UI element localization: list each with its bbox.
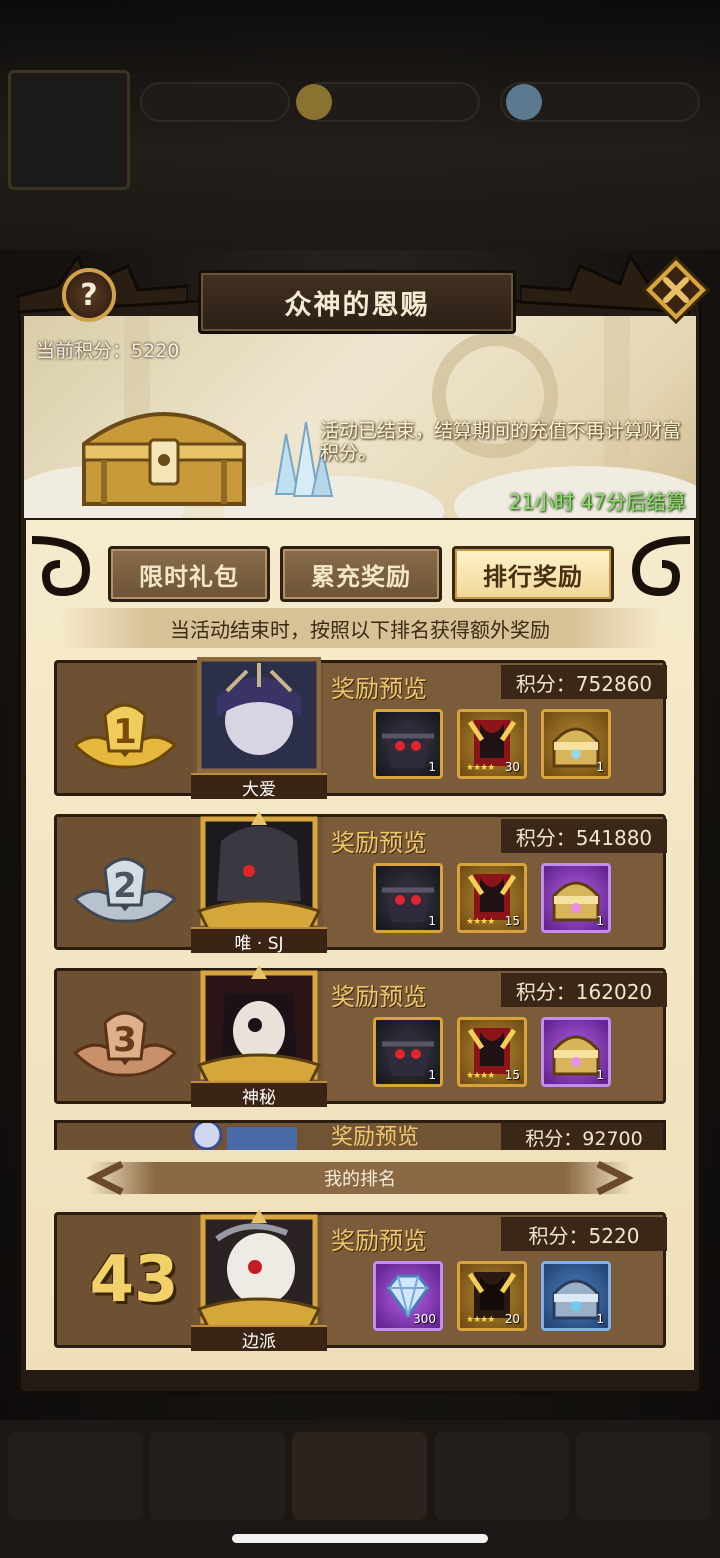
my-ranking-row: 43 边派 奖励预览 积分：5220 300 ★★★★ 20 1 (54, 1209, 667, 1352)
rank-number: 2 (113, 866, 137, 906)
player-score: 积分：92700 (501, 1123, 663, 1150)
background-player-avatar (8, 70, 130, 190)
player-name: 边派 (191, 1325, 327, 1352)
item-count: 15 (504, 914, 520, 928)
player-score: 积分：162020 (501, 973, 667, 1007)
page-title: 众神的恩赐 (284, 289, 430, 321)
screen: 当前积分：5220 活动已结束，结算期间的充值不再计算财富积分。 21小时 47… (0, 0, 720, 1558)
item-count: 1 (428, 760, 436, 774)
item-count: 1 (596, 914, 604, 928)
background-nav-tab (8, 1432, 143, 1520)
reward-item[interactable]: 1 (541, 1017, 611, 1087)
background-gem-icon (506, 84, 542, 120)
item-count: 300 (413, 1312, 436, 1326)
gold-lotus-rank-icon: 1 (72, 703, 178, 769)
question-mark-icon: ? (80, 277, 98, 313)
corner-curl-decoration-right (631, 536, 691, 597)
item-count: 20 (504, 1312, 520, 1326)
player-score: 积分：541880 (501, 819, 667, 853)
home-indicator[interactable] (232, 1534, 488, 1543)
bronze-lotus-rank-icon: 3 (72, 1011, 178, 1077)
close-button[interactable] (642, 256, 710, 324)
player-avatar[interactable] (197, 965, 321, 1093)
player-avatar[interactable] (197, 1209, 321, 1337)
background-coin-icon (296, 84, 332, 120)
reward-preview-label: 奖励预览 (331, 675, 427, 703)
item-count: 30 (504, 760, 520, 774)
player-avatar[interactable] (197, 811, 321, 939)
reward-item[interactable]: ★★★★ 15 (457, 1017, 527, 1087)
player-name: 唯 · SJ (191, 927, 327, 954)
rank-number: 1 (113, 712, 137, 752)
current-score-label: 当前积分： (36, 340, 132, 362)
help-button[interactable]: ? (62, 268, 116, 322)
ranking-row: 1 大爱 奖励预览 积分：752860 1 ★★★★ 30 1 (54, 657, 667, 800)
rank-cell (57, 1123, 193, 1150)
current-score: 当前积分：5220 (36, 336, 179, 363)
reward-item[interactable]: 1 (373, 1017, 443, 1087)
reward-preview-label: 奖励预览 (331, 1227, 427, 1255)
reward-preview-label: 奖励预览 (331, 983, 427, 1011)
background-nav-tab (576, 1432, 711, 1520)
player-score: 积分：5220 (501, 1217, 667, 1251)
background-nav-tab (434, 1432, 569, 1520)
ranking-instructions: 当活动结束时，按照以下排名获得额外奖励 (60, 608, 660, 648)
event-ended-notice: 活动已结束，结算期间的充值不再计算财富积分。 (320, 420, 682, 464)
reward-item[interactable]: ★★★★ 20 (457, 1261, 527, 1331)
star-rating: ★★★★ (466, 917, 495, 927)
star-rating: ★★★★ (466, 1071, 495, 1081)
my-ranking-header: 我的排名 (90, 1162, 630, 1194)
reward-item[interactable]: 300 (373, 1261, 443, 1331)
reward-preview-label: 奖励预览 (331, 1125, 420, 1150)
reward-item[interactable]: ★★★★ 15 (457, 863, 527, 933)
player-name: 神秘 (191, 1081, 327, 1108)
item-count: 15 (504, 1068, 520, 1082)
item-count: 1 (428, 1068, 436, 1082)
reward-item[interactable]: 1 (373, 863, 443, 933)
item-count: 1 (596, 1068, 604, 1082)
band-arrow-left-icon (86, 1160, 124, 1196)
corner-curl-decoration-left (31, 536, 91, 597)
player-avatar[interactable] (197, 657, 321, 785)
reward-item[interactable]: 1 (541, 863, 611, 933)
treasure-chest-illustration (82, 412, 246, 506)
reward-item[interactable]: 1 (541, 709, 611, 779)
background-nav-tab (150, 1432, 285, 1520)
star-rating: ★★★★ (466, 763, 495, 773)
title-plate: 众神的恩赐 (198, 270, 516, 334)
reward-item[interactable]: 1 (373, 709, 443, 779)
player-name: 大爱 (191, 773, 327, 800)
silver-lotus-rank-icon: 2 (72, 857, 178, 923)
band-arrow-right-icon (596, 1160, 634, 1196)
tab-limited-packs[interactable]: 限时礼包 (108, 546, 270, 602)
event-banner: 当前积分：5220 活动已结束，结算期间的充值不再计算财富积分。 21小时 47… (24, 316, 696, 518)
reward-item[interactable]: ★★★★ 30 (457, 709, 527, 779)
player-score: 积分：752860 (501, 665, 667, 699)
current-score-value: 5220 (131, 340, 180, 362)
player-avatar[interactable] (177, 1120, 307, 1150)
my-rank-number: 43 (89, 1243, 179, 1317)
item-count: 1 (596, 1312, 604, 1326)
ranking-row: 2 唯 · SJ 奖励预览 积分：541880 1 ★★★★ 15 1 (54, 811, 667, 954)
tab-ranking-rewards[interactable]: 排行奖励 (452, 546, 614, 602)
background-bar (140, 82, 290, 122)
ranking-row: 3 神秘 奖励预览 积分：162020 1 ★★★★ 15 1 (54, 965, 667, 1108)
item-count: 1 (428, 914, 436, 928)
ranking-row-partial: 奖励预览 积分：92700 (54, 1120, 666, 1150)
tab-cumulative-recharge[interactable]: 累充奖励 (280, 546, 442, 602)
rank-number: 3 (113, 1020, 137, 1060)
reward-item[interactable]: 1 (541, 1261, 611, 1331)
settlement-countdown: 21小时 47分后结算 (508, 490, 686, 514)
star-rating: ★★★★ (466, 1315, 495, 1325)
reward-preview-label: 奖励预览 (331, 829, 427, 857)
background-nav-tab (292, 1432, 427, 1520)
item-count: 1 (596, 760, 604, 774)
